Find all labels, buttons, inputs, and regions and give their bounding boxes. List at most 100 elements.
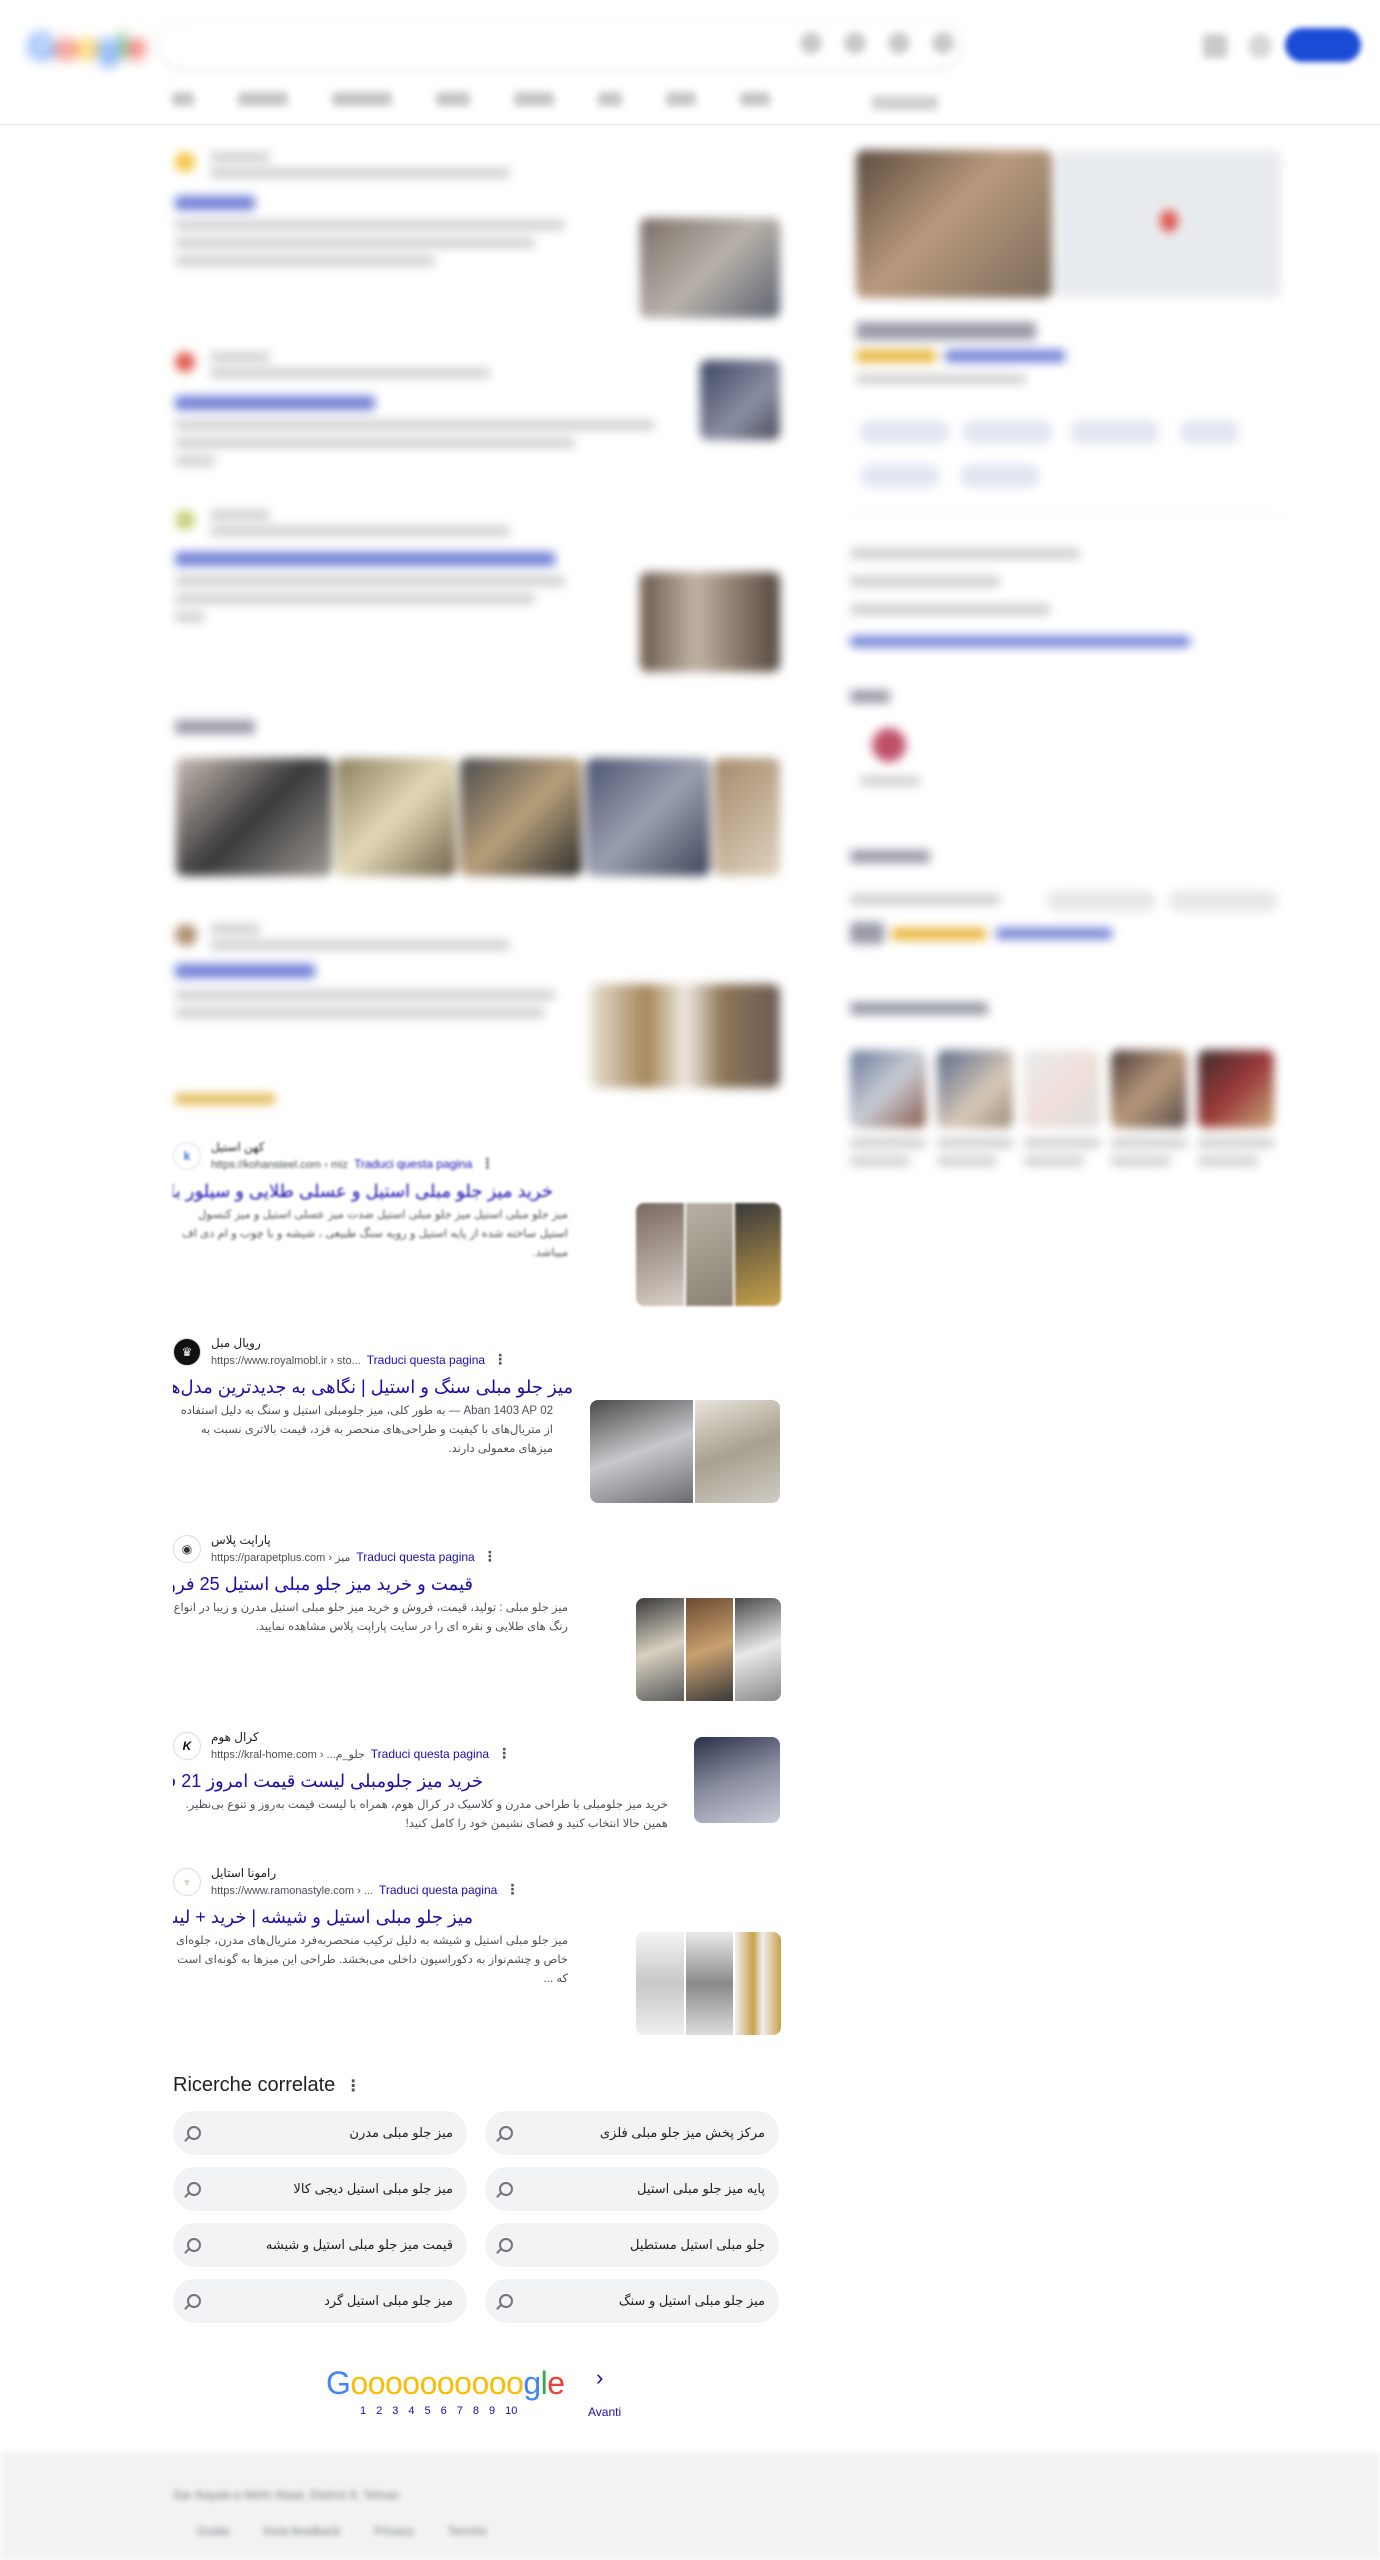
thumbnail[interactable]: [636, 1932, 684, 2035]
footer-location: Sar Asiyab-e-Mehr Abad, District 9, Tehr…: [173, 2488, 400, 2502]
result-title[interactable]: خرید میز جلو مبلی استیل و عسلی طلایی و س…: [173, 1178, 553, 1204]
instagram-icon[interactable]: [872, 728, 906, 762]
tab-videos[interactable]: [436, 92, 470, 106]
more-options-icon[interactable]: ⋮: [493, 1351, 507, 1367]
footer-link-terms[interactable]: Termini: [448, 2524, 487, 2538]
tab-news[interactable]: [514, 92, 554, 106]
thumbnail[interactable]: [636, 1598, 684, 1701]
page-link[interactable]: 3: [392, 2405, 398, 2417]
tab-all[interactable]: [238, 92, 288, 106]
gear-icon[interactable]: [1248, 34, 1272, 58]
result-url[interactable]: https://www.royalmobl.ir › sto...: [211, 1355, 361, 1367]
search-result: K کرال هوم https://kral-home.com › ...جل…: [173, 1728, 783, 1834]
result-thumbnails[interactable]: [636, 1932, 781, 2035]
search-icon[interactable]: [932, 32, 954, 54]
apps-grid-icon[interactable]: [1203, 34, 1227, 58]
result-thumbnails[interactable]: [590, 1400, 780, 1503]
more-options-icon[interactable]: ⋮: [497, 1745, 511, 1761]
google-logo[interactable]: Google: [28, 26, 147, 68]
result-thumbnails[interactable]: [636, 1598, 781, 1701]
thumbnail[interactable]: [695, 1400, 780, 1503]
sign-in-button[interactable]: [1285, 28, 1361, 62]
page-link[interactable]: 2: [376, 2405, 382, 2417]
footer: Sar Asiyab-e-Mehr Abad, District 9, Tehr…: [0, 2452, 1380, 2560]
result-url[interactable]: https://www.ramonastyle.com › ...: [211, 1885, 373, 1897]
result-title[interactable]: خرید میز جلومبلی لیست قیمت امروز 21 فرور…: [173, 1768, 483, 1794]
more-options-icon[interactable]: ⋮: [480, 1155, 494, 1171]
result-thumbnail[interactable]: [700, 360, 780, 440]
thumbnail[interactable]: [686, 1203, 733, 1306]
search-tabs: [172, 92, 770, 106]
related-search-chip[interactable]: میز جلو مبلی استیل و سنگ: [485, 2279, 779, 2323]
result-title[interactable]: میز جلو مبلی سنگ و استیل | نگاهی به جدید…: [173, 1374, 573, 1400]
result-url[interactable]: https://kohansteel.com › miz: [211, 1159, 348, 1171]
footer-link-privacy[interactable]: Privacy: [374, 2524, 413, 2538]
footer-link-feedback[interactable]: Invia feedback: [263, 2524, 340, 2538]
chevron-right-icon[interactable]: ›: [596, 2365, 603, 2391]
translate-link[interactable]: Traduci questa pagina: [367, 1353, 485, 1367]
related-search-chip[interactable]: پایه میز جلو مبلی استیل: [485, 2167, 779, 2211]
reviews-heading: [850, 850, 930, 863]
related-search-chip[interactable]: میز جلو مبلی مدرن: [173, 2111, 467, 2155]
page-link[interactable]: 7: [457, 2405, 463, 2417]
thumbnail[interactable]: [735, 1598, 781, 1701]
more-options-icon[interactable]: ⋮: [505, 1881, 519, 1897]
related-search-chip[interactable]: مرکز پخش میز جلو مبلی فلزی: [485, 2111, 779, 2155]
directions-chip[interactable]: [962, 420, 1052, 444]
related-search-chip[interactable]: میز جلو مبلی استیل دیجی کالا: [173, 2167, 467, 2211]
page-link[interactable]: 5: [425, 2405, 431, 2417]
related-search-chip[interactable]: جلو مبلی استیل مستطیل: [485, 2223, 779, 2267]
share-chip[interactable]: [860, 464, 940, 488]
result-title[interactable]: قیمت و خرید میز جلو مبلی استیل 25 فروردی…: [173, 1571, 473, 1597]
result-thumbnail[interactable]: [640, 572, 780, 672]
related-search-chip[interactable]: میز جلو مبلی استیل گرد: [173, 2279, 467, 2323]
result-url[interactable]: https://kral-home.com › ...جلو_م: [211, 1749, 365, 1761]
result-title[interactable]: میز جلو مبلی استیل و شیشه | خرید + لیست …: [173, 1904, 473, 1930]
save-chip[interactable]: [1070, 420, 1160, 444]
call-chip[interactable]: [1180, 420, 1240, 444]
page-link[interactable]: 1: [360, 2405, 366, 2417]
related-search-chip[interactable]: قیمت میز جلو مبلی استیل و شیشه: [173, 2223, 467, 2267]
result-thumbnails[interactable]: [694, 1737, 780, 1823]
more-options-icon[interactable]: ⋮: [483, 1548, 497, 1564]
add-photo-button[interactable]: [1168, 890, 1278, 912]
tab-more[interactable]: [740, 92, 770, 106]
write-review-button[interactable]: [1046, 890, 1156, 912]
next-page-link[interactable]: Avanti: [588, 2405, 621, 2419]
search-icon: [187, 2294, 201, 2308]
more-chip[interactable]: [960, 464, 1040, 488]
thumbnail[interactable]: [686, 1932, 733, 2035]
keyboard-icon[interactable]: [844, 32, 866, 54]
tab-maps[interactable]: [598, 92, 622, 106]
thumbnail[interactable]: [590, 1400, 693, 1503]
thumbnail[interactable]: [694, 1737, 780, 1823]
search-box-icons: [800, 32, 954, 54]
page-link[interactable]: 4: [408, 2405, 414, 2417]
tab-images[interactable]: [332, 92, 392, 106]
website-chip[interactable]: [860, 420, 950, 444]
pagination: Goooooooooogle 1 2 3 4 5 6 7 8 9 10 › Av…: [326, 2365, 621, 2419]
thumbnail[interactable]: [735, 1932, 781, 2035]
page-link[interactable]: 10: [505, 2405, 517, 2417]
result-url[interactable]: https://parapetplus.com › میز: [211, 1552, 350, 1564]
more-options-icon[interactable]: ⋮: [345, 2078, 361, 2095]
tools-button[interactable]: [872, 96, 938, 110]
panel-photo[interactable]: [856, 150, 1052, 298]
translate-link[interactable]: Traduci questa pagina: [354, 1157, 472, 1171]
microphone-icon[interactable]: [888, 32, 910, 54]
page-link[interactable]: 9: [489, 2405, 495, 2417]
result-thumbnails[interactable]: [636, 1203, 781, 1306]
result-thumbnail[interactable]: [640, 218, 780, 318]
page-link[interactable]: 8: [473, 2405, 479, 2417]
page-link[interactable]: 6: [441, 2405, 447, 2417]
thumbnail[interactable]: [686, 1598, 733, 1701]
tab-shopping[interactable]: [666, 92, 696, 106]
thumbnail[interactable]: [636, 1203, 684, 1306]
translate-link[interactable]: Traduci questa pagina: [356, 1550, 474, 1564]
tab-ai[interactable]: [172, 92, 194, 106]
translate-link[interactable]: Traduci questa pagina: [371, 1747, 489, 1761]
translate-link[interactable]: Traduci questa pagina: [379, 1883, 497, 1897]
clear-icon[interactable]: [800, 32, 822, 54]
footer-link-help[interactable]: Guida: [197, 2524, 229, 2538]
thumbnail[interactable]: [735, 1203, 781, 1306]
